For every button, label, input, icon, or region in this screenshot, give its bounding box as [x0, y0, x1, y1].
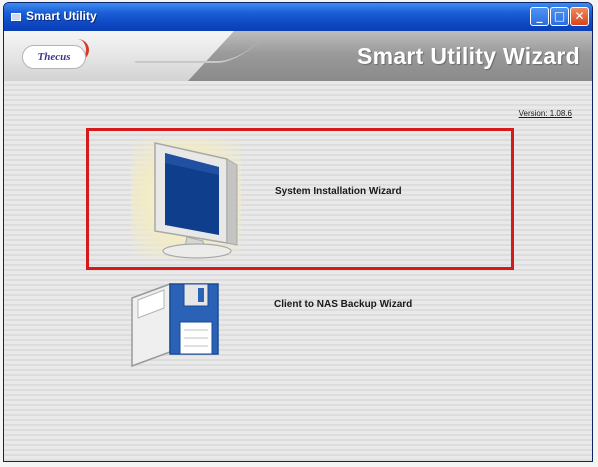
company-logo: Thecus: [22, 45, 86, 69]
smart-utility-window: Smart Utility _ □ ✕ Thecus Smart Utility…: [3, 2, 593, 462]
version-link[interactable]: Version: 1.08.6: [519, 109, 572, 118]
monitor-icon: [154, 142, 238, 259]
maximize-button[interactable]: □: [550, 7, 569, 26]
client-to-nas-backup-wizard-option[interactable]: Client to NAS Backup Wizard: [114, 274, 514, 374]
header-banner: Thecus Smart Utility Wizard: [4, 31, 592, 81]
window-title: Smart Utility: [26, 9, 97, 23]
floppy-disk-icon: [131, 282, 219, 368]
app-icon: [11, 13, 21, 21]
main-content: Version: 1.08.6 System Installation Wiza…: [4, 81, 592, 461]
header-swoosh: [134, 35, 264, 63]
client-to-nas-backup-wizard-label: Client to NAS Backup Wizard: [274, 299, 413, 310]
header-title: Smart Utility Wizard: [356, 43, 580, 69]
system-installation-wizard-label: System Installation Wizard: [275, 186, 402, 197]
title-bar[interactable]: Smart Utility _ □ ✕: [4, 3, 592, 31]
close-button[interactable]: ✕: [570, 7, 589, 26]
system-installation-wizard-option[interactable]: System Installation Wizard: [86, 128, 514, 270]
minimize-button[interactable]: _: [530, 7, 549, 26]
